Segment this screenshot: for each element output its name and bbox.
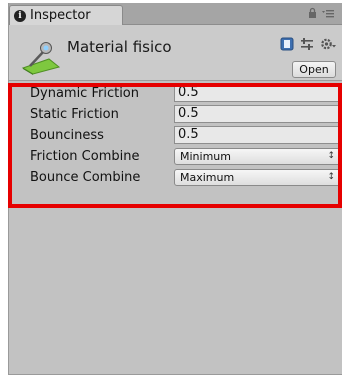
header-icons — [280, 36, 336, 55]
tab-controls — [308, 7, 334, 21]
bounce-combine-value: Maximum — [180, 171, 235, 184]
property-row-bounce-combine: Bounce Combine Maximum ↕ — [9, 167, 342, 188]
help-book-icon[interactable] — [280, 36, 294, 55]
tab-inspector[interactable]: i Inspector — [9, 5, 123, 25]
dropdown-arrows-icon: ↕ — [327, 151, 335, 161]
tab-bar: i Inspector — [9, 3, 342, 25]
physic-material-icon — [21, 35, 61, 75]
bounciness-label: Bounciness — [30, 128, 104, 143]
inspector-window: i Inspector Material fisico Open Dynamic… — [8, 3, 342, 375]
bounce-combine-dropdown[interactable]: Maximum ↕ — [174, 169, 341, 186]
static-friction-label: Static Friction — [30, 107, 119, 122]
gear-icon[interactable] — [320, 36, 336, 55]
property-row-static-friction: Static Friction 0.5 — [9, 104, 342, 125]
menu-icon[interactable] — [322, 8, 334, 21]
asset-header: Material fisico Open — [9, 25, 342, 81]
property-row-bounciness: Bounciness 0.5 — [9, 125, 342, 146]
lock-icon[interactable] — [308, 7, 317, 21]
property-row-friction-combine: Friction Combine Minimum ↕ — [9, 146, 342, 167]
friction-combine-label: Friction Combine — [30, 149, 140, 164]
open-button[interactable]: Open — [292, 61, 336, 78]
static-friction-field[interactable]: 0.5 — [174, 105, 341, 123]
bounciness-field[interactable]: 0.5 — [174, 126, 341, 144]
dynamic-friction-field[interactable]: 0.5 — [174, 84, 341, 102]
friction-combine-value: Minimum — [180, 150, 231, 163]
settings-sliders-icon[interactable] — [300, 36, 314, 55]
dynamic-friction-label: Dynamic Friction — [30, 86, 140, 101]
tab-inspector-label: Inspector — [30, 8, 91, 23]
asset-title: Material fisico — [67, 38, 172, 56]
properties-panel: Dynamic Friction 0.5 Static Friction 0.5… — [9, 83, 342, 188]
dropdown-arrows-icon: ↕ — [327, 172, 335, 182]
info-icon: i — [14, 9, 26, 22]
bounce-combine-label: Bounce Combine — [30, 170, 141, 185]
friction-combine-dropdown[interactable]: Minimum ↕ — [174, 148, 341, 165]
property-row-dynamic-friction: Dynamic Friction 0.5 — [9, 83, 342, 104]
